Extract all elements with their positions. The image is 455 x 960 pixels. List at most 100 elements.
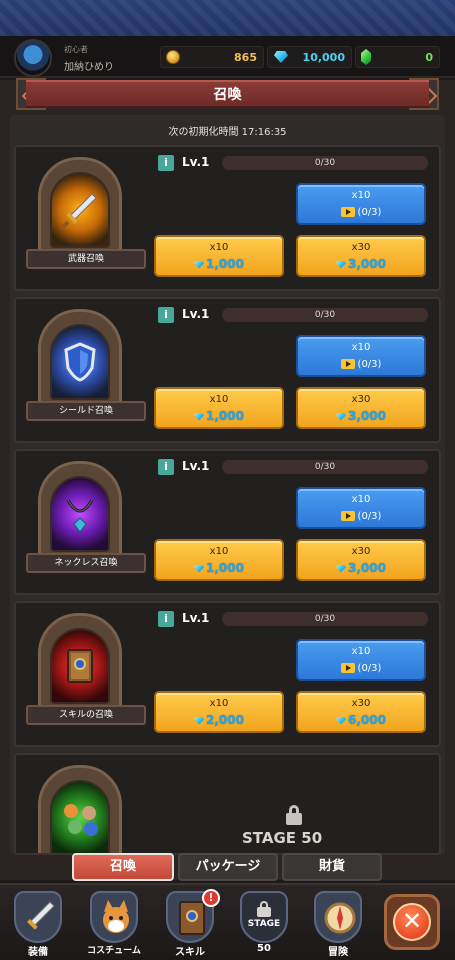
portrait-frame [38, 765, 122, 853]
nav-stage[interactable]: STAGE 50 [234, 889, 294, 959]
gold-counter: 865 [160, 46, 264, 68]
summon-x30-button[interactable]: x30 3,000 [296, 235, 426, 277]
gem-icon [194, 412, 205, 421]
summon-x30-count: x30 [351, 698, 371, 709]
close-button[interactable]: ✕ [384, 894, 440, 950]
green-gem-counter: 0 [355, 46, 440, 68]
shield-icon [64, 342, 96, 382]
summon-x30-count: x30 [351, 394, 371, 405]
summon-level: Lv.1 [182, 611, 210, 625]
lock-icon [257, 901, 271, 917]
tab-currency[interactable]: 財貨 [282, 853, 382, 881]
ad-summon-count: x10 [351, 646, 371, 657]
necklace-icon [66, 499, 94, 533]
summon-x30-button[interactable]: x30 6,000 [296, 691, 426, 733]
summon-card-necklace: ネックレス召喚 i Lv.1 0/30 x10 (0/3) x10 1,000 … [14, 449, 441, 595]
portrait-glow [50, 476, 110, 552]
gem-counter: 10,000 [267, 46, 352, 68]
video-ad-icon [340, 663, 355, 673]
gem-icon [274, 51, 288, 63]
gem-icon [336, 260, 347, 269]
nav-label: スキル [175, 947, 205, 958]
lock-icon [286, 805, 302, 825]
ad-summon-count: x10 [351, 342, 371, 353]
tab-package[interactable]: パッケージ [178, 853, 278, 881]
skill-book-icon [67, 649, 93, 683]
close-icon: ✕ [393, 903, 431, 941]
gem-icon [194, 716, 205, 725]
summon-x30-price: 6,000 [348, 713, 386, 727]
green-gem-icon [361, 49, 371, 65]
gem-icon [336, 412, 347, 421]
nav-skill[interactable]: ! スキル [160, 889, 220, 959]
summon-card-locked: STAGE 50 [14, 753, 441, 855]
summon-x10-count: x10 [209, 242, 229, 253]
summon-x30-price: 3,000 [348, 409, 386, 423]
pets-icon [64, 804, 98, 836]
ad-summon-button[interactable]: x10 (0/3) [296, 335, 426, 377]
summon-x10-button[interactable]: x10 2,000 [154, 691, 284, 733]
sword-icon [61, 193, 97, 229]
page-title: 召喚 [213, 87, 242, 103]
summon-x10-price: 1,000 [206, 409, 244, 423]
nav-equipment[interactable]: 装備 [8, 889, 68, 959]
ad-summon-button[interactable]: x10 (0/3) [296, 183, 426, 225]
portrait-glow [50, 324, 110, 400]
progress-text: 0/30 [314, 158, 336, 168]
ad-remaining: (0/3) [357, 663, 382, 674]
summon-x10-button[interactable]: x10 1,000 [154, 235, 284, 277]
summon-x10-price: 1,000 [206, 257, 244, 271]
progress-text: 0/30 [314, 462, 336, 472]
green-gem-value: 0 [425, 51, 433, 64]
summon-x10-count: x10 [209, 698, 229, 709]
portrait-glow [50, 628, 110, 704]
ad-summon-button[interactable]: x10 (0/3) [296, 487, 426, 529]
shiba-dog-icon [103, 900, 129, 933]
alert-badge: ! [202, 889, 220, 907]
summon-x10-count: x10 [209, 546, 229, 557]
summon-x10-price: 2,000 [206, 713, 244, 727]
summon-level: Lv.1 [182, 155, 210, 169]
avatar[interactable] [14, 39, 52, 77]
summon-x30-button[interactable]: x30 3,000 [296, 387, 426, 429]
summon-x30-count: x30 [351, 546, 371, 557]
tab-summon[interactable]: 召喚 [72, 853, 174, 881]
info-icon[interactable]: i [158, 611, 174, 627]
portrait-glow [50, 780, 110, 853]
nav-label: コスチューム [87, 946, 141, 956]
summon-x10-button[interactable]: x10 1,000 [154, 539, 284, 581]
player-rank: 初心者 [64, 45, 88, 54]
video-ad-icon [340, 207, 355, 217]
sword-icon [27, 901, 55, 930]
info-icon[interactable]: i [158, 155, 174, 171]
gem-icon [194, 564, 205, 573]
summon-card-skill: スキルの召喚 i Lv.1 0/30 x10 (0/3) x10 2,000 x… [14, 601, 441, 747]
ad-summon-count: x10 [351, 190, 371, 201]
summon-x30-count: x30 [351, 242, 371, 253]
summon-x30-price: 3,000 [348, 561, 386, 575]
summon-x10-count: x10 [209, 394, 229, 405]
summon-tabs: 召喚 パッケージ 財貨 [10, 853, 445, 883]
summon-x10-price: 1,000 [206, 561, 244, 575]
card-name: シールド召喚 [26, 401, 146, 421]
gem-icon [194, 260, 205, 269]
card-name: ネックレス召喚 [26, 553, 146, 573]
unlock-requirement: STAGE 50 [242, 829, 323, 847]
summon-x30-button[interactable]: x30 3,000 [296, 539, 426, 581]
summon-card-weapon: 武器召喚 i Lv.1 0/30 x10 (0/3) x10 1,000 x30… [14, 145, 441, 291]
summon-x10-button[interactable]: x10 1,000 [154, 387, 284, 429]
nav-adventure[interactable]: 冒険 [308, 889, 368, 959]
card-name: 武器召喚 [26, 249, 146, 269]
info-icon[interactable]: i [158, 459, 174, 475]
top-decor-strip [0, 0, 455, 36]
gem-value: 10,000 [302, 51, 345, 64]
video-ad-icon [340, 359, 355, 369]
info-icon[interactable]: i [158, 307, 174, 323]
gold-coin-icon [166, 50, 180, 64]
level-progress-bar: 0/30 [222, 156, 428, 170]
compass-icon [324, 902, 356, 934]
nav-label: 冒険 [328, 947, 348, 958]
nav-costume[interactable]: コスチューム [84, 889, 144, 959]
player-name: 加納ひめり [64, 62, 114, 73]
ad-summon-button[interactable]: x10 (0/3) [296, 639, 426, 681]
